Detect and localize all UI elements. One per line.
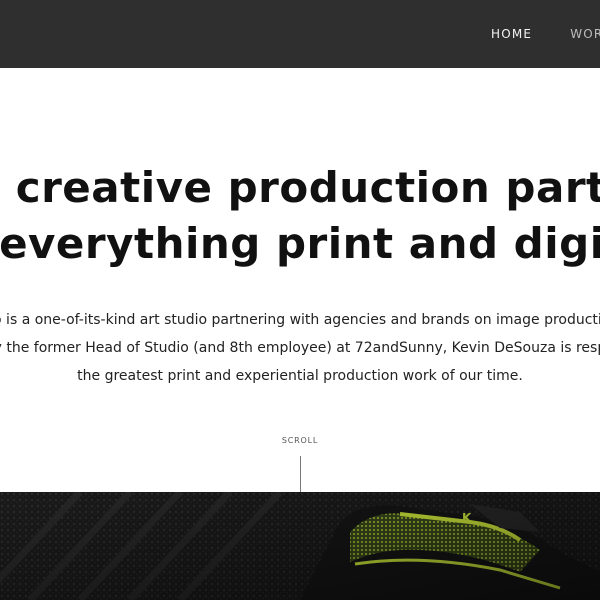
page: HOME WORK Our creative production partne…: [0, 0, 600, 600]
hero-sneaker-image: K: [0, 492, 600, 600]
nav-home-link[interactable]: HOME: [491, 27, 532, 41]
hero-headline: Our creative production partner for ever…: [0, 160, 600, 272]
intro-paragraph: Studio is a one-of-its-kind art studio p…: [0, 306, 600, 390]
main-nav: HOME WORK: [491, 0, 600, 68]
nav-work-link[interactable]: WORK: [570, 27, 600, 41]
intro-line-2: Founded by the former Head of Studio (an…: [0, 340, 600, 356]
top-navigation-bar: HOME WORK: [0, 0, 600, 68]
headline-line-2: for everything print and digital.: [0, 219, 600, 268]
headline-line-1: Our creative production partner: [0, 163, 600, 212]
scroll-indicator-label[interactable]: SCROLL: [0, 436, 600, 445]
intro-line-1: Studio is a one-of-its-kind art studio p…: [0, 312, 600, 328]
scroll-indicator-line: [300, 456, 301, 492]
sneaker-photo-icon: K: [0, 492, 600, 600]
intro-line-3: the greatest print and experiential prod…: [77, 368, 523, 384]
